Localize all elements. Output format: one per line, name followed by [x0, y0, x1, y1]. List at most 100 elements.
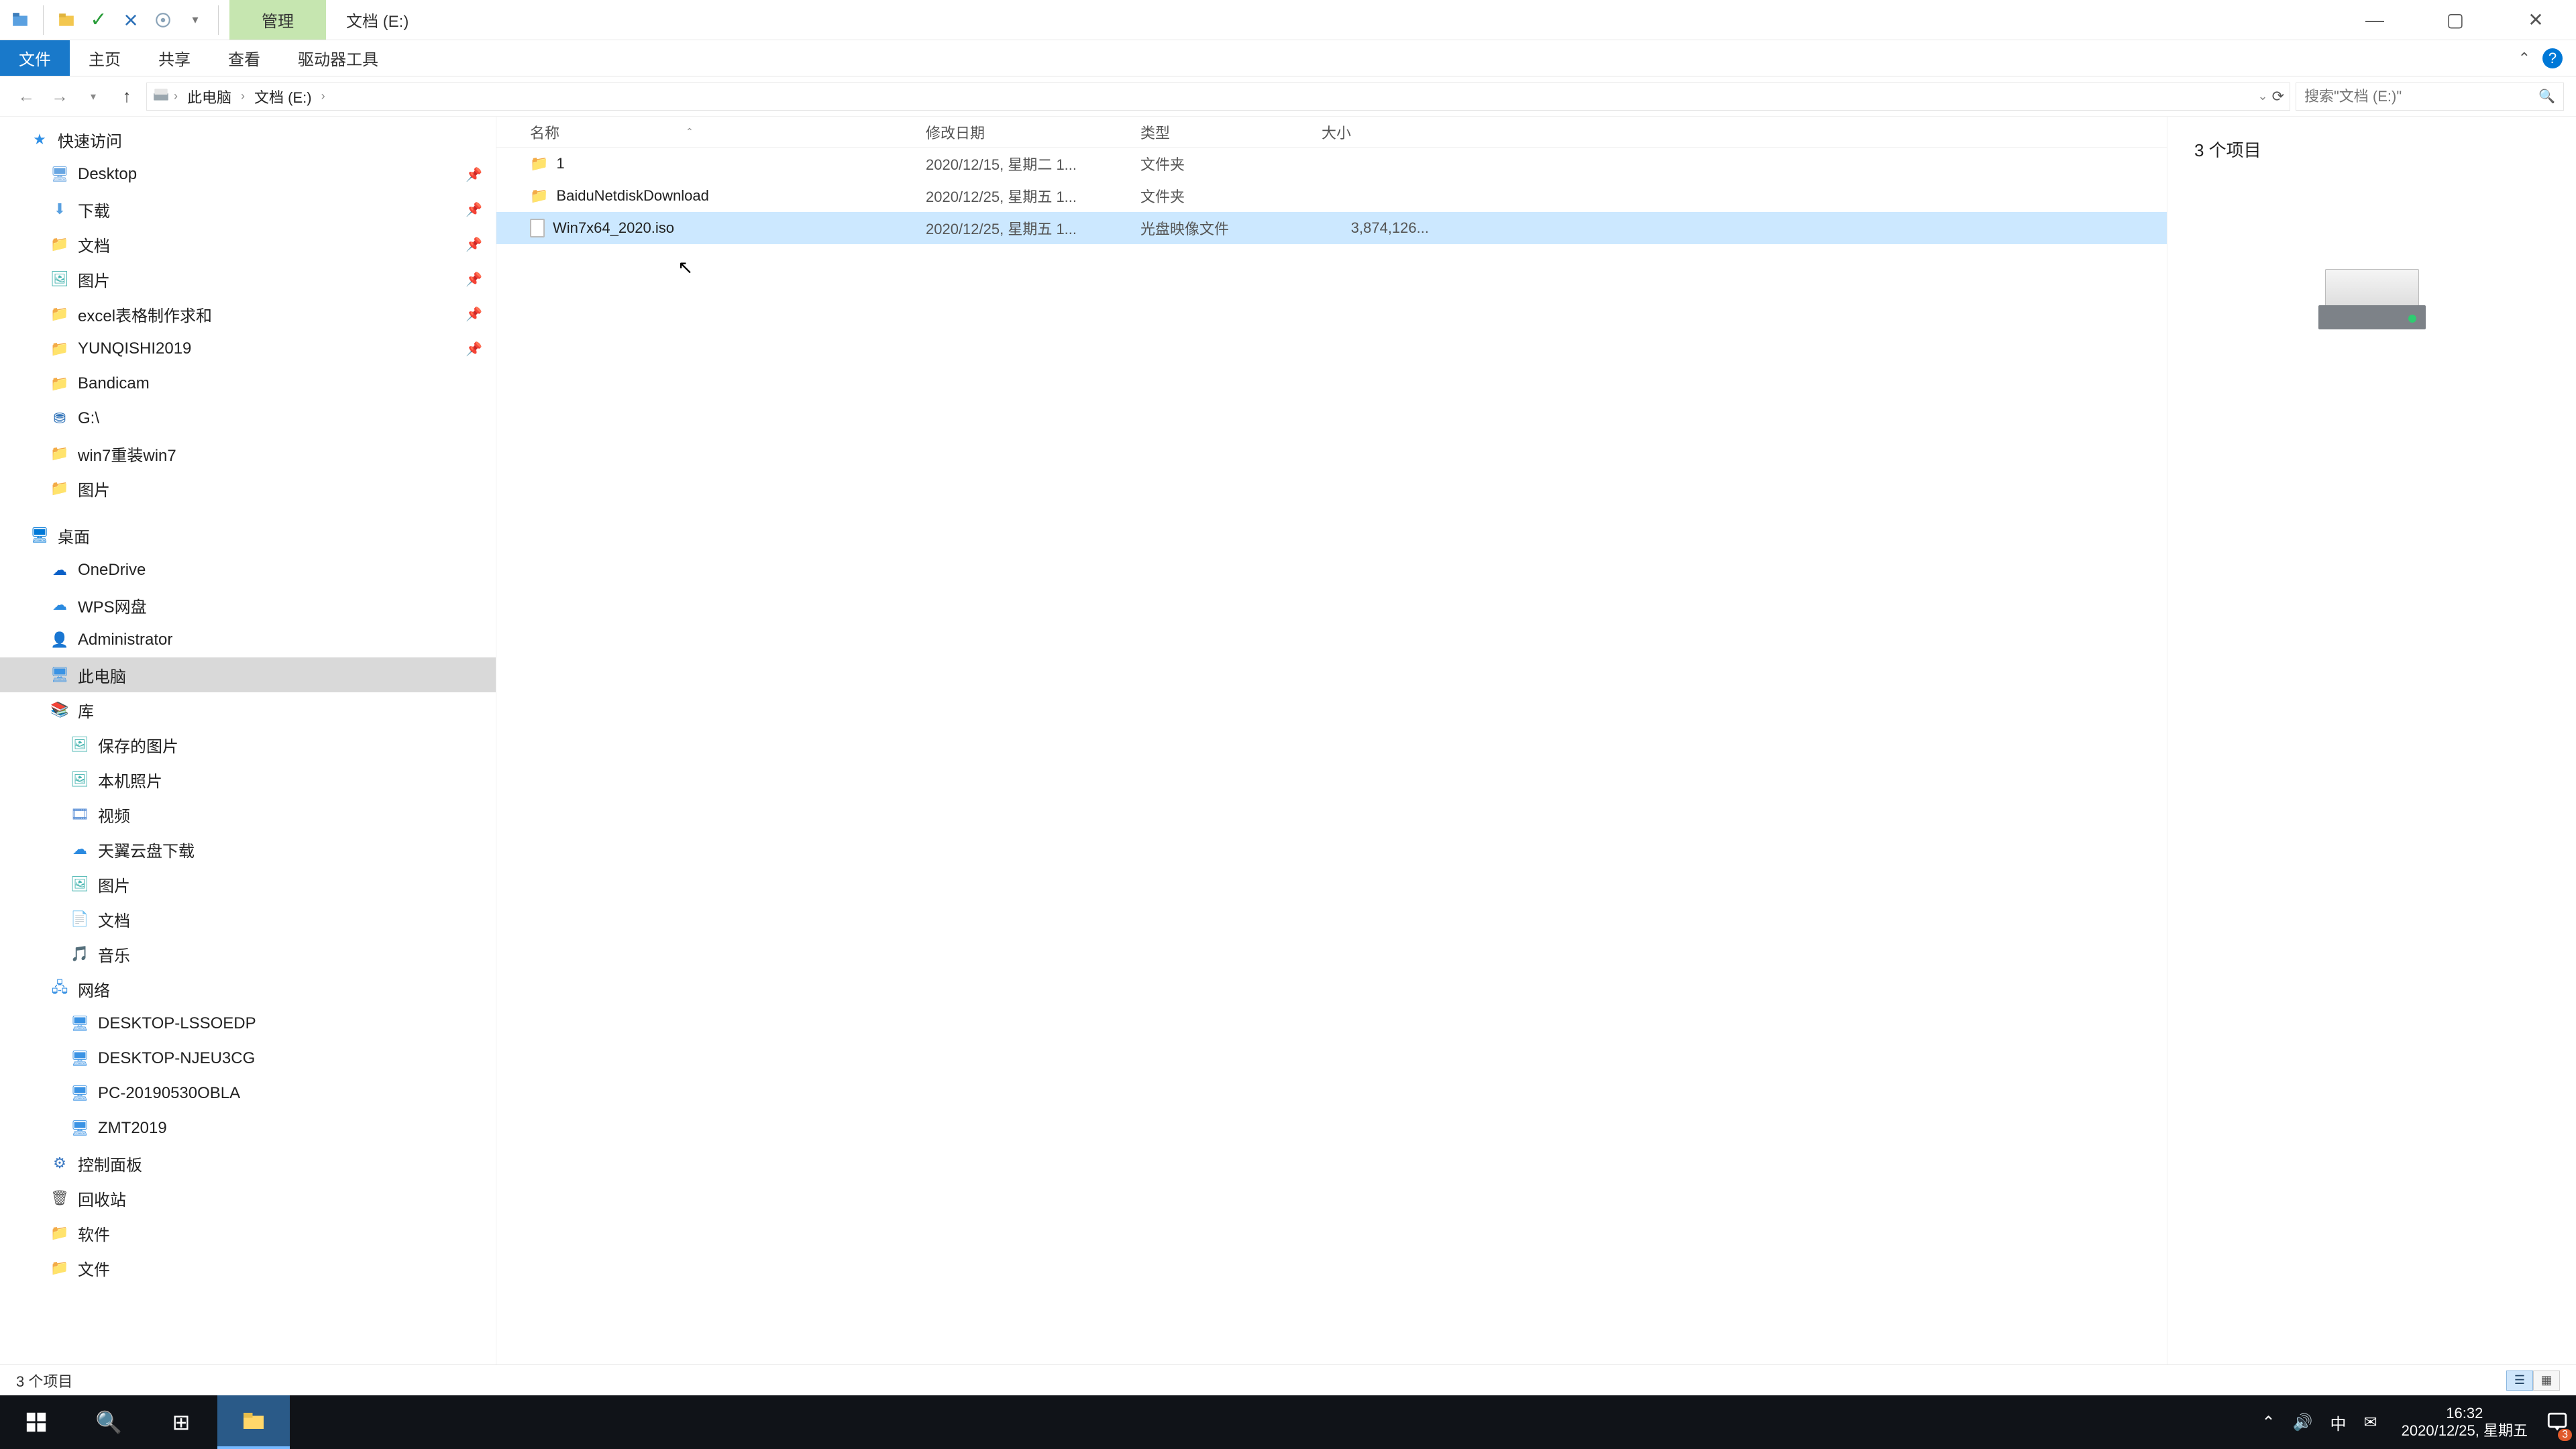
- breadcrumb-bar[interactable]: › 此电脑 › 文档 (E:) › ⌄ ⟳: [146, 83, 2290, 111]
- col-header-name[interactable]: 名称 ⌃: [530, 121, 926, 143]
- panel-icon: ⚙: [50, 1153, 70, 1173]
- nav-recycle[interactable]: 🗑回收站: [0, 1181, 496, 1216]
- file-row[interactable]: 📁BaiduNetdiskDownload2020/12/25, 星期五 1..…: [496, 180, 2167, 212]
- col-header-date[interactable]: 修改日期: [926, 121, 1140, 143]
- nav-forward-button[interactable]: →: [46, 83, 74, 111]
- view-icons-button[interactable]: ▦: [2533, 1371, 2560, 1391]
- col-header-type[interactable]: 类型: [1140, 121, 1322, 143]
- nav-qa-item[interactable]: ⛃G:\: [0, 401, 496, 436]
- ribbon-collapse-icon[interactable]: ⌃: [2518, 50, 2530, 67]
- nav-lib-item[interactable]: 🖼保存的图片: [0, 727, 496, 762]
- nav-wps[interactable]: ☁WPS网盘: [0, 588, 496, 623]
- nav-qa-item[interactable]: 📁YUNQISHI2019📌: [0, 331, 496, 366]
- crumb-drive[interactable]: 文档 (E:): [249, 83, 317, 110]
- search-box[interactable]: 🔍: [2296, 83, 2564, 111]
- nav-net-item[interactable]: 🖥ZMT2019: [0, 1111, 496, 1146]
- nav-qa-item[interactable]: 📁图片: [0, 471, 496, 506]
- nav-control-panel[interactable]: ⚙控制面板: [0, 1146, 496, 1181]
- ribbon-help-area: ⌃ ?: [2518, 40, 2576, 76]
- taskbar-explorer-button[interactable]: [217, 1395, 290, 1449]
- ribbon-tab-file[interactable]: 文件: [0, 40, 70, 76]
- nav-quick-access[interactable]: ★ 快速访问: [0, 122, 496, 157]
- qat-folder-icon[interactable]: [53, 7, 80, 34]
- nav-qa-item[interactable]: 📁文档📌: [0, 227, 496, 262]
- qat-gear-icon[interactable]: [150, 7, 176, 34]
- pc-icon: 🖥: [50, 665, 70, 685]
- navigation-pane[interactable]: ★ 快速访问 🖥Desktop📌 ⬇下载📌 📁文档📌 🖼图片📌 📁excel表格…: [0, 117, 496, 1364]
- ribbon-tab-share[interactable]: 共享: [140, 40, 209, 76]
- volume-icon[interactable]: 🔊: [2293, 1413, 2313, 1432]
- nav-qa-item[interactable]: 📁win7重装win7: [0, 436, 496, 471]
- nav-lib-item[interactable]: 🎵音乐: [0, 936, 496, 971]
- nav-this-pc[interactable]: 🖥此电脑: [0, 657, 496, 692]
- help-icon[interactable]: ?: [2542, 48, 2563, 68]
- nav-docs[interactable]: 📁文件: [0, 1250, 496, 1285]
- nav-lib-item[interactable]: 🖼本机照片: [0, 762, 496, 797]
- ribbon-tab-home[interactable]: 主页: [70, 40, 140, 76]
- nav-back-button[interactable]: ←: [12, 83, 40, 111]
- video-icon: 🎞: [70, 804, 90, 824]
- nav-net-item[interactable]: 🖥DESKTOP-LSSOEDP: [0, 1006, 496, 1041]
- image-icon: 🖼: [70, 874, 90, 894]
- nav-qa-item[interactable]: 🖼图片📌: [0, 262, 496, 297]
- search-icon[interactable]: 🔍: [2538, 88, 2555, 105]
- cell-date: 2020/12/25, 星期五 1...: [926, 185, 1140, 207]
- nav-lib-item[interactable]: 🎞视频: [0, 797, 496, 832]
- chevron-right-icon[interactable]: ›: [174, 89, 178, 103]
- file-rows[interactable]: 📁12020/12/15, 星期二 1...文件夹📁BaiduNetdiskDo…: [496, 148, 2167, 1364]
- tray-app-icon[interactable]: ✉: [2364, 1413, 2377, 1432]
- nav-qa-item[interactable]: 📁excel表格制作求和📌: [0, 297, 496, 331]
- crumb-this-pc[interactable]: 此电脑: [182, 83, 237, 110]
- nav-label: 桌面: [58, 524, 90, 547]
- cell-type: 光盘映像文件: [1140, 217, 1322, 239]
- nav-up-button[interactable]: ↑: [113, 83, 141, 111]
- chevron-right-icon[interactable]: ›: [321, 89, 325, 103]
- nav-network[interactable]: 🖧网络: [0, 971, 496, 1006]
- view-details-button[interactable]: ☰: [2506, 1371, 2533, 1391]
- ime-indicator[interactable]: 中: [2330, 1411, 2347, 1434]
- search-input[interactable]: [2304, 88, 2532, 105]
- system-tray[interactable]: ⌃ 🔊 中 ✉: [2249, 1411, 2391, 1434]
- nav-lib-item[interactable]: ☁天翼云盘下载: [0, 832, 496, 867]
- action-center-button[interactable]: 3: [2538, 1395, 2576, 1449]
- nav-recent-dropdown[interactable]: ▾: [79, 83, 107, 111]
- qat-check-icon[interactable]: ✓: [85, 7, 112, 34]
- nav-label: 图片: [98, 873, 130, 896]
- nav-qa-item[interactable]: 📁Bandicam: [0, 366, 496, 401]
- close-button[interactable]: ✕: [2496, 0, 2576, 40]
- nav-desktop[interactable]: 🖥桌面: [0, 518, 496, 553]
- nav-qa-item[interactable]: 🖥Desktop📌: [0, 157, 496, 192]
- maximize-button[interactable]: ▢: [2415, 0, 2496, 40]
- task-view-button[interactable]: ⊞: [145, 1395, 217, 1449]
- nav-net-item[interactable]: 🖥PC-20190530OBLA: [0, 1076, 496, 1111]
- nav-lib-item[interactable]: 🖼 图片: [0, 867, 496, 902]
- network-icon: 🖧: [50, 979, 70, 999]
- nav-lib-item[interactable]: 📄文档: [0, 902, 496, 936]
- nav-library[interactable]: 📚库: [0, 692, 496, 727]
- tab-manage[interactable]: 管理: [229, 0, 326, 40]
- minimize-button[interactable]: —: [2334, 0, 2415, 40]
- tray-overflow-icon[interactable]: ⌃: [2262, 1413, 2275, 1432]
- nav-admin[interactable]: 👤Administrator: [0, 623, 496, 657]
- taskbar-search-button[interactable]: 🔍: [72, 1395, 145, 1449]
- cell-date: 2020/12/15, 星期二 1...: [926, 153, 1140, 174]
- ribbon-tab-view[interactable]: 查看: [209, 40, 279, 76]
- taskbar-clock[interactable]: 16:32 2020/12/25, 星期五: [2391, 1405, 2538, 1440]
- cloud-icon: ☁: [50, 595, 70, 615]
- qat-dropdown-icon[interactable]: ▾: [182, 7, 209, 34]
- nav-onedrive[interactable]: ☁OneDrive: [0, 553, 496, 588]
- nav-software[interactable]: 📁软件: [0, 1216, 496, 1250]
- file-row[interactable]: Win7x64_2020.iso2020/12/25, 星期五 1...光盘映像…: [496, 212, 2167, 244]
- col-header-size[interactable]: 大小: [1322, 121, 1429, 143]
- addr-dropdown-icon[interactable]: ⌄: [2257, 89, 2267, 103]
- nav-net-item[interactable]: 🖥DESKTOP-NJEU3CG: [0, 1041, 496, 1076]
- refresh-icon[interactable]: ⟳: [2272, 88, 2284, 105]
- nav-qa-item[interactable]: ⬇下载📌: [0, 192, 496, 227]
- taskbar[interactable]: 🔍 ⊞ ⌃ 🔊 中 ✉ 16:32 2020/12/25, 星期五 3: [0, 1395, 2576, 1449]
- file-row[interactable]: 📁12020/12/15, 星期二 1...文件夹: [496, 148, 2167, 180]
- ribbon-tab-drive-tools[interactable]: 驱动器工具: [279, 40, 397, 76]
- start-button[interactable]: [0, 1395, 72, 1449]
- column-headers[interactable]: 名称 ⌃ 修改日期 类型 大小: [496, 117, 2167, 148]
- chevron-right-icon[interactable]: ›: [241, 89, 245, 103]
- qat-close-icon[interactable]: ×: [117, 7, 144, 34]
